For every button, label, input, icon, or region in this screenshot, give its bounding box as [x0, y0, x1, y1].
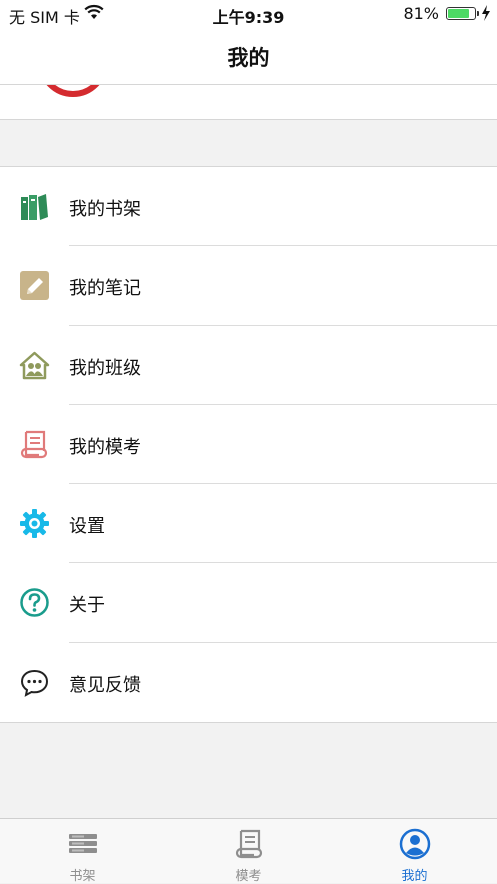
menu-item-label: 我的笔记 [69, 278, 141, 300]
menu-item-label: 意见反馈 [69, 674, 141, 696]
battery-icon [446, 7, 476, 20]
feedback-icon [19, 667, 50, 698]
user-tab-icon [399, 828, 431, 860]
tab-label: 我的 [401, 869, 428, 884]
charging-icon [481, 5, 491, 25]
notes-icon [19, 270, 50, 301]
status-bar: 无 SIM 卡 上午9:39 81% [0, 0, 497, 28]
tab-label: 书架 [69, 869, 96, 884]
battery-percent: 81% [403, 4, 439, 23]
exam-icon [19, 429, 50, 460]
question-icon [19, 587, 50, 618]
menu-item-feedback[interactable]: 意见反馈 [0, 643, 497, 722]
tab-bookshelf[interactable]: 书架 [0, 819, 165, 884]
tab-mine[interactable]: 我的 [332, 819, 497, 884]
bookshelf-tab-icon [67, 828, 99, 860]
menu-item-about[interactable]: 关于 [0, 563, 497, 643]
menu-item-notes[interactable]: 我的笔记 [0, 246, 497, 326]
menu-list: 我的书架 我的笔记 我的班级 我的模考 设置 关于 意见反馈 [0, 166, 497, 724]
menu-item-label: 设置 [69, 516, 105, 538]
navigation-bar: 我的 [0, 28, 497, 85]
bookshelf-icon [19, 191, 50, 222]
menu-item-exam[interactable]: 我的模考 [0, 405, 497, 485]
menu-item-bookshelf[interactable]: 我的书架 [0, 167, 497, 247]
menu-item-label: 我的模考 [69, 436, 141, 458]
gear-icon [19, 508, 50, 539]
tab-label: 模考 [235, 869, 262, 884]
menu-item-label: 我的班级 [69, 357, 141, 379]
avatar[interactable] [38, 85, 108, 97]
menu-item-class[interactable]: 我的班级 [0, 326, 497, 405]
exam-tab-icon [233, 828, 265, 860]
class-icon [19, 350, 50, 381]
menu-item-label: 我的书架 [69, 199, 141, 220]
menu-item-settings[interactable]: 设置 [0, 484, 497, 564]
profile-header[interactable] [0, 85, 497, 120]
tab-exam[interactable]: 模考 [166, 819, 331, 884]
page-title: 我的 [227, 46, 270, 70]
tab-bar: 书架 模考 我的 [0, 818, 497, 884]
menu-item-label: 关于 [69, 595, 105, 617]
